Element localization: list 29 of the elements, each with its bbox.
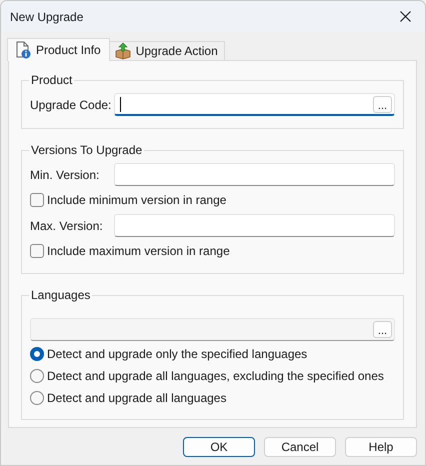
- checkbox-label[interactable]: Include maximum version in range: [47, 244, 230, 258]
- close-icon: [400, 11, 410, 22]
- tab[interactable]: Upgrade Action: [108, 41, 225, 60]
- dialog-button[interactable]: Cancel: [264, 437, 336, 457]
- radio-button[interactable]: [30, 369, 44, 383]
- radio-label[interactable]: Detect and upgrade all languages: [47, 391, 226, 405]
- dialog-button[interactable]: Help: [345, 437, 417, 457]
- field-label: Upgrade Code:: [30, 98, 112, 112]
- radio-label[interactable]: Detect and upgrade all languages, excluding the specified ones: [47, 369, 384, 383]
- group-title: Versions To Upgrade: [30, 143, 144, 157]
- field-label: Max. Version:: [30, 218, 104, 232]
- radio-label[interactable]: Detect and upgrade only the specified languages: [47, 347, 308, 361]
- checkbox[interactable]: [30, 193, 44, 207]
- group-title: Product: [30, 73, 74, 87]
- input-field[interactable]: [114, 163, 395, 186]
- radio-button[interactable]: [30, 391, 44, 405]
- input-field[interactable]: ...: [114, 93, 395, 116]
- checkbox-label[interactable]: Include minimum version in range: [47, 193, 226, 207]
- dialog-button[interactable]: OK: [183, 437, 255, 457]
- radio-button[interactable]: [30, 347, 44, 361]
- field-label: Min. Version:: [30, 168, 100, 182]
- box-arrow-icon: [114, 42, 132, 60]
- group-title: Languages: [30, 288, 92, 302]
- checkbox[interactable]: [30, 244, 44, 258]
- window-title: New Upgrade: [10, 10, 84, 24]
- input-field[interactable]: [114, 214, 395, 237]
- browse-button[interactable]: ...: [373, 96, 392, 112]
- document-info-icon: [14, 41, 32, 59]
- tab[interactable]: Product Info: [7, 38, 110, 61]
